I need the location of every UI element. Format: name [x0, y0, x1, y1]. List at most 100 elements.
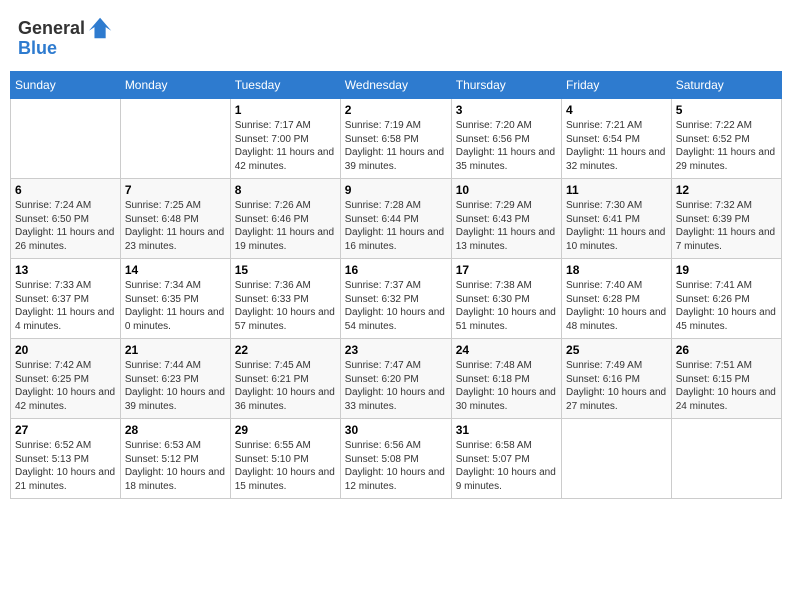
day-cell-15: 15 Sunrise: 7:36 AMSunset: 6:33 PMDayligh…: [230, 259, 340, 339]
day-cell-18: 18Sunrise: 7:40 AMSunset: 6:28 PMDayligh…: [562, 259, 672, 339]
day-cell-20: 20 Sunrise: 7:42 AMSunset: 6:25 PMDayligh…: [11, 339, 121, 419]
day-cell-17: 17 Sunrise: 7:38 AMSunset: 6:30 PMDayligh…: [451, 259, 561, 339]
day-cell-30: 30 Sunrise: 6:56 AMSunset: 5:08 PMDayligh…: [340, 419, 451, 499]
day-info: Sunrise: 7:33 AMSunset: 6:37 PMDaylight:…: [15, 280, 114, 332]
day-info: Sunrise: 7:49 AMSunset: 6:16 PMDaylight:…: [566, 360, 666, 412]
day-info: Sunrise: 7:29 AMSunset: 6:43 PMDaylight:…: [456, 200, 555, 252]
day-cell-14: 14 Sunrise: 7:34 AMSunset: 6:35 PMDayligh…: [120, 259, 230, 339]
logo-icon: [87, 14, 115, 42]
day-number: 30: [345, 423, 447, 437]
day-number: 22: [235, 343, 336, 357]
day-cell-23: 23 Sunrise: 7:47 AMSunset: 6:20 PMDayligh…: [340, 339, 451, 419]
day-number: 9: [345, 183, 447, 197]
day-info: Sunrise: 7:28 AMSunset: 6:44 PMDaylight:…: [345, 200, 444, 252]
calendar-table: SundayMondayTuesdayWednesdayThursdayFrid…: [10, 71, 782, 499]
day-cell-28: 28 Sunrise: 6:53 AMSunset: 5:12 PMDayligh…: [120, 419, 230, 499]
weekday-tuesday: Tuesday: [230, 72, 340, 99]
day-info: Sunrise: 6:52 AMSunset: 5:13 PMDaylight:…: [15, 440, 115, 492]
empty-cell: [671, 419, 781, 499]
day-cell-3: 3Sunrise: 7:20 AMSunset: 6:56 PMDaylight…: [451, 99, 561, 179]
empty-cell: [120, 99, 230, 179]
day-cell-24: 24Sunrise: 7:48 AMSunset: 6:18 PMDayligh…: [451, 339, 561, 419]
day-cell-25: 25 Sunrise: 7:49 AMSunset: 6:16 PMDayligh…: [562, 339, 672, 419]
day-info: Sunrise: 6:55 AMSunset: 5:10 PMDaylight:…: [235, 440, 335, 492]
day-number: 1: [235, 103, 336, 117]
day-cell-12: 12Sunrise: 7:32 AMSunset: 6:39 PMDayligh…: [671, 179, 781, 259]
day-cell-2: 2 Sunrise: 7:19 AMSunset: 6:58 PMDaylight…: [340, 99, 451, 179]
day-number: 10: [456, 183, 557, 197]
logo-general-text: General: [18, 18, 85, 39]
day-number: 15: [235, 263, 336, 277]
weekday-saturday: Saturday: [671, 72, 781, 99]
day-cell-29: 29 Sunrise: 6:55 AMSunset: 5:10 PMDayligh…: [230, 419, 340, 499]
day-number: 28: [125, 423, 226, 437]
day-info: Sunrise: 7:47 AMSunset: 6:20 PMDaylight:…: [345, 360, 445, 412]
day-info: Sunrise: 7:36 AMSunset: 6:33 PMDaylight:…: [235, 280, 335, 332]
day-info: Sunrise: 6:56 AMSunset: 5:08 PMDaylight:…: [345, 440, 445, 492]
day-info: Sunrise: 7:19 AMSunset: 6:58 PMDaylight:…: [345, 120, 444, 172]
day-cell-22: 22 Sunrise: 7:45 AMSunset: 6:21 PMDayligh…: [230, 339, 340, 419]
day-info: Sunrise: 7:38 AMSunset: 6:30 PMDaylight:…: [456, 280, 556, 332]
day-number: 31: [456, 423, 557, 437]
weekday-wednesday: Wednesday: [340, 72, 451, 99]
empty-cell: [562, 419, 672, 499]
week-row-1: 1Sunrise: 7:17 AMSunset: 7:00 PMDaylight…: [11, 99, 782, 179]
day-cell-27: 27 Sunrise: 6:52 AMSunset: 5:13 PMDayligh…: [11, 419, 121, 499]
day-cell-8: 8Sunrise: 7:26 AMSunset: 6:46 PMDaylight…: [230, 179, 340, 259]
day-info: Sunrise: 7:34 AMSunset: 6:35 PMDaylight:…: [125, 280, 224, 332]
day-info: Sunrise: 7:45 AMSunset: 6:21 PMDaylight:…: [235, 360, 335, 412]
day-number: 29: [235, 423, 336, 437]
day-number: 14: [125, 263, 226, 277]
weekday-header-row: SundayMondayTuesdayWednesdayThursdayFrid…: [11, 72, 782, 99]
day-info: Sunrise: 7:41 AMSunset: 6:26 PMDaylight:…: [676, 280, 776, 332]
day-number: 2: [345, 103, 447, 117]
day-info: Sunrise: 7:20 AMSunset: 6:56 PMDaylight:…: [456, 120, 555, 172]
day-cell-9: 9 Sunrise: 7:28 AMSunset: 6:44 PMDaylight…: [340, 179, 451, 259]
day-info: Sunrise: 7:44 AMSunset: 6:23 PMDaylight:…: [125, 360, 225, 412]
day-number: 5: [676, 103, 777, 117]
day-cell-13: 13 Sunrise: 7:33 AMSunset: 6:37 PMDayligh…: [11, 259, 121, 339]
day-number: 13: [15, 263, 116, 277]
day-info: Sunrise: 7:42 AMSunset: 6:25 PMDaylight:…: [15, 360, 115, 412]
day-number: 20: [15, 343, 116, 357]
day-info: Sunrise: 7:24 AMSunset: 6:50 PMDaylight:…: [15, 200, 114, 252]
day-cell-5: 5Sunrise: 7:22 AMSunset: 6:52 PMDaylight…: [671, 99, 781, 179]
day-number: 25: [566, 343, 667, 357]
day-number: 4: [566, 103, 667, 117]
day-number: 26: [676, 343, 777, 357]
weekday-friday: Friday: [562, 72, 672, 99]
day-cell-19: 19 Sunrise: 7:41 AMSunset: 6:26 PMDayligh…: [671, 259, 781, 339]
day-number: 21: [125, 343, 226, 357]
day-cell-6: 6 Sunrise: 7:24 AMSunset: 6:50 PMDaylight…: [11, 179, 121, 259]
week-row-2: 6 Sunrise: 7:24 AMSunset: 6:50 PMDaylight…: [11, 179, 782, 259]
day-info: Sunrise: 7:32 AMSunset: 6:39 PMDaylight:…: [676, 200, 775, 252]
day-info: Sunrise: 7:30 AMSunset: 6:41 PMDaylight:…: [566, 200, 665, 252]
day-number: 27: [15, 423, 116, 437]
day-info: Sunrise: 6:58 AMSunset: 5:07 PMDaylight:…: [456, 440, 556, 492]
day-number: 23: [345, 343, 447, 357]
day-number: 19: [676, 263, 777, 277]
day-cell-11: 11Sunrise: 7:30 AMSunset: 6:41 PMDayligh…: [562, 179, 672, 259]
weekday-monday: Monday: [120, 72, 230, 99]
day-cell-31: 31 Sunrise: 6:58 AMSunset: 5:07 PMDayligh…: [451, 419, 561, 499]
week-row-3: 13 Sunrise: 7:33 AMSunset: 6:37 PMDayligh…: [11, 259, 782, 339]
day-number: 16: [345, 263, 447, 277]
day-info: Sunrise: 7:21 AMSunset: 6:54 PMDaylight:…: [566, 120, 665, 172]
empty-cell: [11, 99, 121, 179]
day-info: Sunrise: 7:25 AMSunset: 6:48 PMDaylight:…: [125, 200, 224, 252]
logo: General Blue: [18, 14, 115, 59]
day-cell-1: 1Sunrise: 7:17 AMSunset: 7:00 PMDaylight…: [230, 99, 340, 179]
day-cell-7: 7Sunrise: 7:25 AMSunset: 6:48 PMDaylight…: [120, 179, 230, 259]
week-row-4: 20 Sunrise: 7:42 AMSunset: 6:25 PMDayligh…: [11, 339, 782, 419]
page-header: General Blue: [10, 10, 782, 63]
day-cell-4: 4 Sunrise: 7:21 AMSunset: 6:54 PMDaylight…: [562, 99, 672, 179]
day-number: 17: [456, 263, 557, 277]
day-info: Sunrise: 7:40 AMSunset: 6:28 PMDaylight:…: [566, 280, 666, 332]
day-cell-16: 16Sunrise: 7:37 AMSunset: 6:32 PMDayligh…: [340, 259, 451, 339]
day-number: 6: [15, 183, 116, 197]
day-cell-26: 26Sunrise: 7:51 AMSunset: 6:15 PMDayligh…: [671, 339, 781, 419]
day-info: Sunrise: 6:53 AMSunset: 5:12 PMDaylight:…: [125, 440, 225, 492]
day-number: 24: [456, 343, 557, 357]
day-cell-21: 21 Sunrise: 7:44 AMSunset: 6:23 PMDayligh…: [120, 339, 230, 419]
weekday-sunday: Sunday: [11, 72, 121, 99]
